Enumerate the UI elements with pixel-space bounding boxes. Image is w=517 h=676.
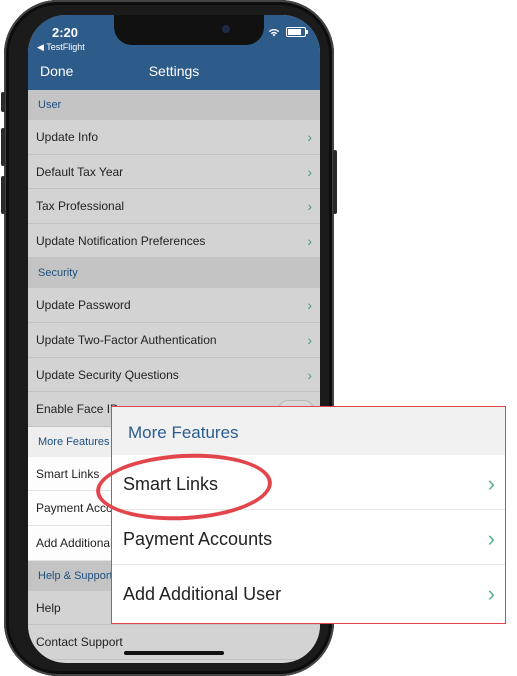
wifi-icon	[268, 28, 280, 36]
chevron-right-icon: ›	[307, 232, 312, 249]
row-label: Tax Professional	[36, 199, 125, 214]
row-label: Update Notification Preferences	[36, 233, 206, 248]
section-header-security: Security	[28, 258, 320, 289]
chevron-right-icon: ›	[307, 297, 312, 314]
update-info-row[interactable]: Update Info ›	[28, 120, 320, 155]
row-label: Smart Links	[123, 474, 219, 494]
update-password-row[interactable]: Update Password ›	[28, 288, 320, 323]
row-label: Update Password	[36, 298, 131, 313]
callout-smart-links-row[interactable]: Smart Links ›	[112, 455, 505, 510]
row-label: Enable Face ID	[36, 402, 119, 417]
volume-up-button	[1, 128, 5, 166]
row-label: Default Tax Year	[36, 164, 124, 179]
callout-add-user-row[interactable]: Add Additional User ›	[112, 565, 505, 620]
more-features-callout: More Features Smart Links › Payment Accou…	[111, 406, 506, 624]
row-label: Update Info	[36, 130, 99, 144]
row-label: Update Two-Factor Authentication	[36, 332, 217, 347]
volume-down-button	[1, 176, 5, 214]
camera	[222, 25, 230, 33]
callout-payment-accounts-row[interactable]: Payment Accounts ›	[112, 510, 505, 565]
chevron-right-icon: ›	[487, 526, 495, 551]
chevron-right-icon: ›	[307, 331, 312, 348]
notification-preferences-row[interactable]: Update Notification Preferences ›	[28, 223, 320, 259]
notch	[114, 15, 264, 45]
chevron-right-icon: ›	[307, 366, 312, 383]
chevron-right-icon: ›	[307, 198, 312, 215]
callout-header: More Features	[112, 407, 505, 455]
row-label: Payment Accounts	[123, 529, 273, 549]
battery-icon	[286, 27, 308, 37]
row-label: Smart Links	[36, 466, 100, 481]
chevron-right-icon: ›	[307, 129, 312, 145]
row-label: Help	[36, 600, 61, 615]
tax-professional-row[interactable]: Tax Professional ›	[28, 189, 320, 224]
page-title: Settings	[148, 63, 200, 79]
chevron-right-icon: ›	[487, 581, 495, 606]
chevron-right-icon: ›	[487, 471, 495, 496]
row-label: Contact Support	[36, 635, 123, 650]
mute-switch	[1, 92, 5, 112]
two-factor-row[interactable]: Update Two-Factor Authentication ›	[28, 322, 320, 358]
row-label: Add Additional User	[123, 584, 282, 604]
back-to-testflight-link[interactable]: ◀ TestFlight	[37, 42, 85, 53]
status-icons	[268, 27, 308, 37]
default-tax-year-row[interactable]: Default Tax Year ›	[28, 154, 320, 190]
row-label: Update Security Questions	[36, 367, 179, 382]
chevron-right-icon: ›	[307, 163, 312, 180]
security-questions-row[interactable]: Update Security Questions ›	[28, 357, 320, 393]
home-indicator	[124, 651, 224, 655]
power-button	[333, 150, 337, 214]
section-header-user: User	[28, 90, 320, 120]
status-time: 2:20	[52, 25, 79, 40]
